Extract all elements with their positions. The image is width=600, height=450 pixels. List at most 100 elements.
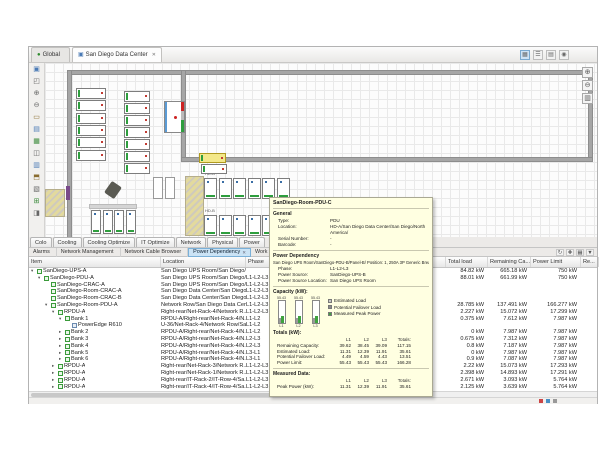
expander-icon[interactable]: ▸ [59,350,64,357]
drawing-tool-icon[interactable]: ▧ [31,184,43,195]
view-tab[interactable]: Cooling Optimize [83,237,136,247]
column-header[interactable]: Total load [446,257,488,267]
floor-rack[interactable] [248,215,261,236]
drawing-tool-icon[interactable]: ◨ [31,208,43,219]
column-header[interactable]: Item [29,257,161,267]
floor-rack[interactable] [76,100,106,111]
floor-rack[interactable] [124,163,150,174]
floor-rack[interactable] [233,178,246,199]
floor-rack[interactable] [233,215,246,236]
item-cell: ▸ RPDU-A [29,363,161,370]
editor-tab[interactable]: ▣ San Diego Data Center ✕ [72,47,162,62]
floor-rack[interactable] [103,210,113,234]
panel-action-icon[interactable]: ↻ [556,249,564,256]
editor-tab-bar: ● Global ▣ San Diego Data Center ✕ ▦ ☰ ▤ [29,47,597,63]
column-header[interactable]: Location [161,257,246,267]
drawing-tool-icon[interactable]: ⊕ [31,88,43,99]
view-tab[interactable]: Colo [30,237,52,247]
expander-icon[interactable]: ▸ [52,384,57,391]
expander-icon[interactable]: ▸ [52,363,57,370]
item-label: RPDU-A [64,377,85,384]
floor-rack[interactable] [124,115,150,126]
expander-icon[interactable]: ▸ [59,336,64,343]
perspective-icon[interactable]: ☰ [533,50,543,60]
drawing-tool-icon[interactable]: ⊖ [31,100,43,111]
expander-icon[interactable]: ▸ [59,356,64,363]
view-tab[interactable]: Network [176,237,207,247]
status-alarm-icon[interactable] [539,399,543,403]
panel-action-icon[interactable]: ✚ [566,249,574,256]
perspective-icon[interactable]: ▦ [520,50,530,60]
view-tab[interactable]: Cooling [53,237,82,247]
canvas-tool-icon[interactable]: ▥ [582,93,593,104]
floor-rack[interactable] [262,178,275,199]
drawing-tool-icon[interactable]: ⊞ [31,196,43,207]
gauge-phase-label: L3 [313,324,317,328]
status-info-icon[interactable] [546,399,550,403]
floor-rack[interactable] [126,210,136,234]
crac-unit[interactable] [164,101,185,133]
floor-rack[interactable] [219,215,232,236]
expander-icon[interactable]: ▸ [59,343,64,350]
expander-icon[interactable]: ▾ [38,275,43,282]
floor-rack[interactable] [124,91,150,102]
expander-icon[interactable]: ▸ [52,370,57,377]
drawing-tool-icon[interactable]: ▭ [31,112,43,123]
panel-tab[interactable]: Power Dependency ✕ [188,248,251,257]
column-header[interactable]: Remaining Ca... [488,257,531,267]
panel-action-icon[interactable]: ▼ [586,249,594,256]
close-icon[interactable]: ✕ [152,52,156,58]
location-cell: San Diego Data Center/San Diego/... [161,295,246,302]
expander-icon[interactable]: ▸ [52,377,57,384]
floor-rack[interactable] [124,139,150,150]
panel-tab[interactable]: Network Cable Browser [121,248,189,257]
expander-icon[interactable]: ▸ [59,329,64,336]
perspective-icon[interactable]: ▤ [546,50,556,60]
floor-rack[interactable] [124,103,150,114]
expander-icon[interactable]: ▾ [52,309,57,316]
floor-rack[interactable] [91,210,101,234]
canvas-tool-icon[interactable]: ⊖ [582,80,593,91]
canvas-tool-icon[interactable]: ⊕ [582,67,593,78]
floor-rack[interactable] [219,178,232,199]
drawing-tool-icon[interactable]: ⬒ [31,172,43,183]
floor-rack[interactable] [204,215,217,236]
status-misc-icon[interactable] [553,399,557,403]
floor-rack[interactable] [114,210,124,234]
view-tab[interactable]: IT Optimize [136,237,175,247]
floor-rack[interactable] [76,125,106,136]
column-header[interactable]: Re... [581,257,599,267]
expander-icon[interactable]: ▾ [59,316,64,323]
power-limit-cell: 5.764 kW [531,384,581,391]
column-header[interactable]: Power Limit [531,257,581,267]
floor-rack[interactable] [124,151,150,162]
perspective-icon[interactable]: ◉ [559,50,569,60]
drawing-tool-icon[interactable]: ▥ [31,160,43,171]
floor-rack[interactable] [204,178,217,199]
panel-tab[interactable]: Network Management [57,248,121,257]
floor-rack[interactable] [248,178,261,199]
floor-rack[interactable] [277,178,290,199]
expander-icon[interactable]: ▾ [45,302,50,309]
floor-rack[interactable] [201,164,227,174]
expander-icon[interactable]: ▾ [31,268,36,275]
floor-object[interactable] [165,177,175,199]
floor-rack[interactable] [76,113,106,124]
panel-tab[interactable]: Alarms [29,248,57,257]
floor-object[interactable] [153,177,163,199]
floor-rack[interactable] [76,150,106,161]
close-icon[interactable]: ✕ [242,248,246,257]
view-tab[interactable]: Physical [207,237,238,247]
floor-rack[interactable] [76,137,106,148]
drawing-tool-icon[interactable]: ▣ [31,64,43,75]
editor-tab[interactable]: ● Global [31,47,70,62]
floor-rack[interactable] [199,153,226,163]
panel-action-icon[interactable]: ▦ [576,249,584,256]
floor-rack[interactable] [124,127,150,138]
drawing-tool-icon[interactable]: ◫ [31,148,43,159]
drawing-tool-icon[interactable]: ▤ [31,124,43,135]
drawing-tool-icon[interactable]: ◰ [31,76,43,87]
view-tab[interactable]: Power [239,237,265,247]
drawing-tool-icon[interactable]: ▦ [31,136,43,147]
floor-rack[interactable] [76,88,106,99]
